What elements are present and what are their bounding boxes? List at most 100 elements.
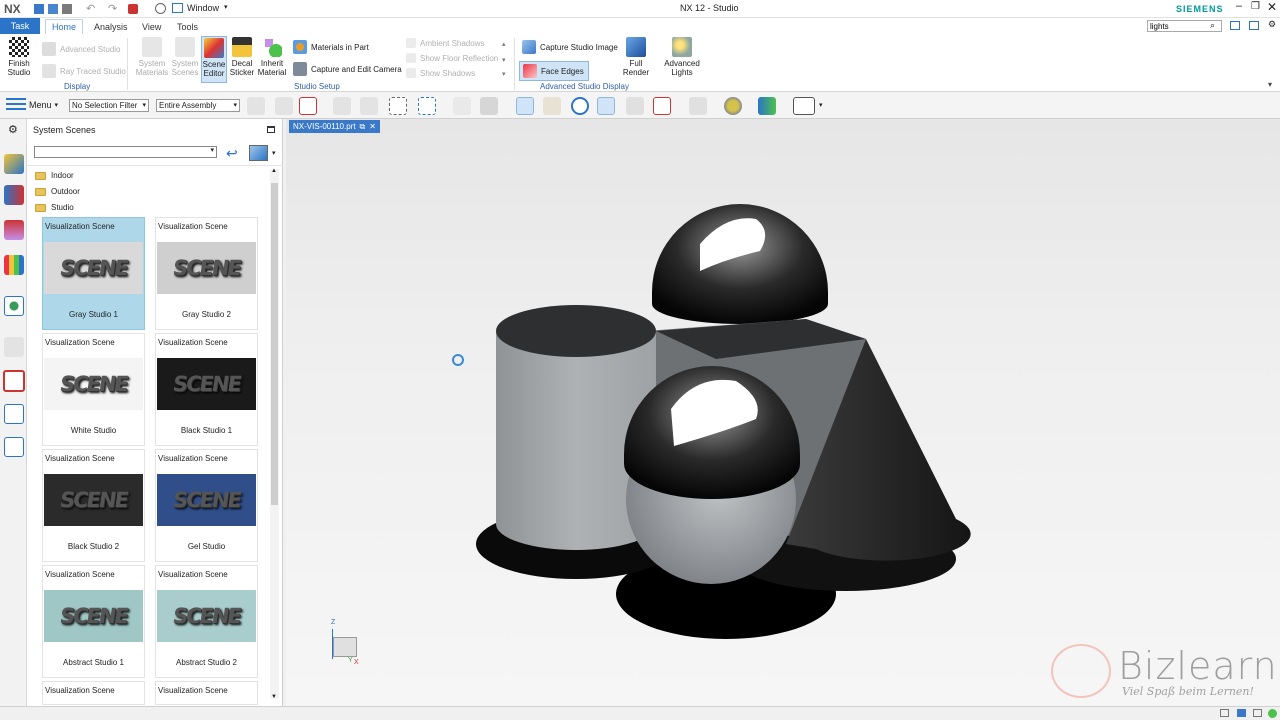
display-mode-icon[interactable] [758,97,776,115]
scene-card[interactable]: Visualization Scene SCENE Abstract Studio … [155,565,258,678]
graphics-window[interactable]: NX-VIS-00110.prt ⧉ ✕ Z Y X Bizlearn Viel… [286,119,1280,706]
switch-window-icon[interactable] [155,3,166,14]
sphere-icon[interactable] [724,97,742,115]
chevron-down-icon[interactable]: ▾ [819,101,823,109]
scene-card[interactable]: Visualization Scene SCENE Black Studio 2 [42,449,145,562]
scene-card[interactable]: Visualization Scene SCENE Black Studio 1 [155,333,258,446]
tab-task[interactable]: Task [0,18,40,34]
system-scenes-icon[interactable] [3,370,25,392]
view-triad[interactable]: Z Y X [326,619,366,669]
gallery-down-icon[interactable]: ▾ [502,56,506,64]
scene-card[interactable]: Visualization Scene SCENE Gray Studio 2 [155,217,258,330]
capture-studio-image-button[interactable]: Capture Studio Image [522,40,618,54]
tab-home[interactable]: Home [45,19,84,34]
window-menu[interactable]: Window [187,3,219,13]
show-shadows-button[interactable]: Show Shadows [406,68,475,78]
scene-card[interactable]: Visualization Scene SCENE Gray Studio 1 [42,217,145,330]
scroll-up-icon[interactable]: ▲ [271,168,277,174]
back-arrow-icon[interactable]: ↩ [226,146,238,160]
scroll-down-icon[interactable]: ▼ [271,694,277,700]
status-icon[interactable] [1220,709,1229,717]
zoom-icon[interactable] [516,97,534,115]
redo-icon[interactable]: ↷ [108,2,117,15]
scene-card[interactable]: Visualization Scene SCENE Abstract Studio … [42,565,145,678]
assembly-scope-dropdown[interactable]: Entire Assembly ▾ [156,99,240,112]
view-mode-icon[interactable] [249,145,268,161]
fit-icon[interactable] [653,97,671,115]
roles-icon[interactable] [4,437,24,457]
close-icon[interactable]: ✕ [1267,0,1277,14]
ribbon-options-icon[interactable] [1230,21,1240,30]
search-icon[interactable]: ⌕ [1210,20,1215,31]
restore-icon[interactable]: ❐ [1251,1,1260,12]
status-icon[interactable] [1253,709,1262,717]
scene-card[interactable]: Visualization Scene [155,681,258,705]
scene-card[interactable]: Visualization Scene [42,681,145,705]
print-icon[interactable] [62,4,72,14]
capture-edit-camera-button[interactable]: Capture and Edit Camera [293,62,402,76]
select-body-icon[interactable] [360,97,378,115]
scene-card[interactable]: Visualization Scene SCENE White Studio [42,333,145,446]
assembly-navigator-icon[interactable] [4,154,24,174]
wireframe-icon[interactable] [453,97,471,115]
edit-section-icon[interactable] [626,97,644,115]
system-scenes-button[interactable]: System Scenes [170,37,200,77]
panel-scrollbar[interactable]: ▲ ▼ [270,168,279,700]
folder-indoor[interactable]: Indoor [35,171,74,180]
lasso-select-icon[interactable] [418,97,436,115]
gallery-up-icon[interactable]: ▴ [502,40,506,48]
status-icon[interactable] [1268,709,1277,718]
save-icon[interactable] [34,4,44,14]
undo-icon[interactable]: ↶ [86,2,95,15]
gallery-more-icon[interactable]: ▾ [502,70,506,78]
face-edges-button[interactable]: Face Edges [519,61,589,81]
ray-traced-studio-button[interactable]: Ray Traced Studio [42,64,126,78]
box-select-icon[interactable] [389,97,407,115]
render-style-icon[interactable] [597,97,615,115]
minimize-icon[interactable]: – [1236,0,1242,12]
web-browser-icon[interactable] [4,296,24,316]
chevron-down-icon[interactable]: ▾ [272,149,276,157]
select-feature-icon[interactable] [333,97,351,115]
tab-view[interactable]: View [136,20,167,34]
quick-pick-icon[interactable] [275,97,293,115]
folder-studio[interactable]: Studio [35,203,74,212]
ambient-shadows-button[interactable]: Ambient Shadows [406,38,484,48]
snap-grid-icon[interactable] [247,97,265,115]
scene-card[interactable]: Visualization Scene SCENE Gel Studio [155,449,258,562]
advanced-studio-button[interactable]: Advanced Studio [42,42,121,56]
scene-folder-dropdown[interactable]: ▾ [34,146,217,158]
materials-in-part-button[interactable]: Materials in Part [293,40,369,54]
tab-analysis[interactable]: Analysis [88,20,134,34]
save-all-icon[interactable] [48,4,58,14]
tab-tools[interactable]: Tools [171,20,204,34]
reuse-library-icon[interactable] [4,255,24,275]
system-materials-icon[interactable] [4,404,24,424]
scene-editor-button[interactable]: Scene Editor [201,36,227,83]
advanced-lights-button[interactable]: Advanced Lights [663,37,701,77]
chevron-down-icon[interactable]: ▾ [224,3,228,11]
inherit-material-button[interactable]: Inherit Material [257,37,287,77]
selection-filter-dropdown[interactable]: No Selection Filter ▾ [69,99,149,112]
system-materials-button[interactable]: System Materials [136,37,168,77]
folder-outdoor[interactable]: Outdoor [35,187,80,196]
process-studio-icon[interactable] [4,337,24,357]
help-icon[interactable] [1249,21,1259,30]
pan-icon[interactable] [543,97,561,115]
settings-icon[interactable]: ⚙ [1268,19,1276,30]
rotate-icon[interactable] [571,97,589,115]
finish-studio-button[interactable]: Finish Studio [4,37,34,77]
full-render-button[interactable]: Full Render [620,37,652,77]
part-navigator-icon[interactable] [4,220,24,240]
scrollbar-thumb[interactable] [271,183,278,505]
constraint-navigator-icon[interactable] [4,185,24,205]
settings-icon[interactable]: ⚙ [8,123,18,136]
show-floor-reflection-button[interactable]: Show Floor Reflection [406,53,498,63]
background-color-icon[interactable] [793,97,815,115]
touch-mode-icon[interactable] [128,4,138,14]
shaded-icon[interactable] [480,97,498,115]
menu-button[interactable]: Menu ▾ [6,98,58,112]
view-orient-icon[interactable] [689,97,707,115]
ribbon-expand-icon[interactable]: ▾ [1268,80,1272,89]
maximize-panel-icon[interactable] [267,126,275,133]
